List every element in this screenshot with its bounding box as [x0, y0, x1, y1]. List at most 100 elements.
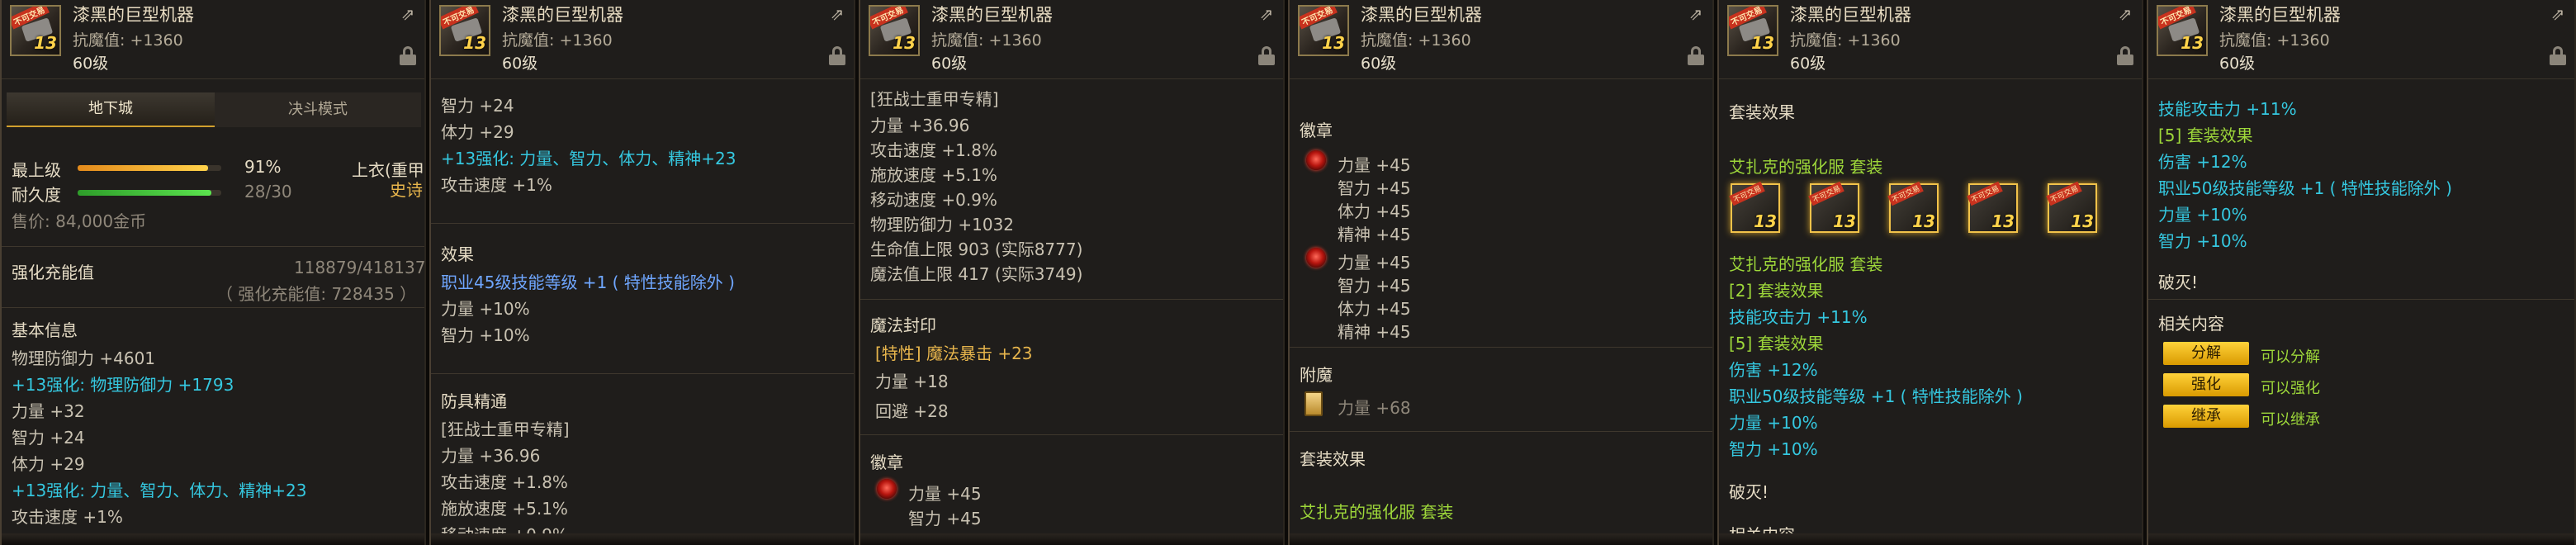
stat-enh-phys: +13强化: 物理防御力 +1793 [12, 375, 234, 395]
item-name: 漆黑的巨型机器 [931, 5, 1053, 25]
emblem-int: 智力 +45 [908, 509, 982, 528]
share-link-icon[interactable]: ⇗ [398, 5, 418, 23]
enhance-level: 13 [1751, 33, 1774, 53]
stat-int: 智力 +24 [441, 96, 514, 116]
emblem-str: 力量 +45 [908, 484, 982, 504]
durability-value: 28/30 [244, 182, 292, 201]
disassemble-button[interactable]: 分解 [2163, 342, 2249, 365]
red-emblem-icon[interactable] [1306, 248, 1326, 268]
item-name: 漆黑的巨型机器 [2219, 5, 2341, 25]
effect-str: 力量 +10% [441, 299, 530, 319]
divider [1290, 347, 1712, 348]
tooltip-panel-5: 不可交易 13 漆黑的巨型机器 抗魔值: +1360 60级 ⇗ 套装效果 艾扎克… [1717, 0, 2143, 545]
share-link-icon[interactable]: ⇗ [1257, 5, 1276, 23]
item-name: 漆黑的巨型机器 [502, 5, 623, 25]
divider [2, 307, 424, 308]
mastery-cast: 施放速度 +5.1% [441, 499, 568, 519]
set5-int: 智力 +10% [2158, 231, 2247, 251]
item-thumbnail[interactable]: 不可交易 13 [10, 5, 61, 56]
can-enhance: 可以强化 [2261, 380, 2320, 397]
set5-int: 智力 +10% [1729, 439, 1818, 459]
flavor-quote: 破灭! [2158, 272, 2199, 292]
tooltip-panel-4: 不可交易 13 漆黑的巨型机器 抗魔值: +1360 60级 ⇗ 徽章 力量 +4… [1288, 0, 1714, 545]
set5-skill: 职业50级技能等级 +1 ( 特性技能除外 ) [2158, 178, 2452, 198]
item-thumbnail[interactable]: 不可交易 13 [2157, 5, 2208, 56]
enchant-card-icon[interactable] [1305, 391, 1323, 416]
mastery-atk: 攻击速度 +1.8% [870, 140, 997, 160]
divider [1290, 431, 1712, 432]
set-piece-icon[interactable]: 不可交易 13 [1729, 181, 1780, 233]
share-link-icon[interactable]: ⇗ [1686, 5, 1706, 23]
tooltip-panel-1: 不可交易 13 漆黑的巨型机器 抗魔值: +1360 60级 ⇗ 地下城 决斗模式… [0, 0, 426, 545]
grade-label: 最上级 [12, 160, 61, 180]
tab-dungeon[interactable]: 地下城 [7, 92, 215, 127]
item-level: 60级 [931, 54, 968, 73]
mastery-str: 力量 +36.96 [441, 446, 541, 466]
emblem-title: 徽章 [1300, 121, 1333, 140]
mastery-cast: 施放速度 +5.1% [870, 165, 997, 185]
item-level: 60级 [73, 54, 109, 73]
lock-icon[interactable] [400, 46, 416, 66]
untradable-badge: 不可交易 [2046, 181, 2082, 206]
durability-bar-track [78, 190, 221, 196]
set5-str: 力量 +10% [1729, 413, 1818, 433]
red-emblem-icon[interactable] [1306, 150, 1326, 170]
enhance-level: 13 [34, 33, 57, 53]
seal-evasion: 回避 +28 [875, 401, 949, 421]
untradable-badge: 不可交易 [1967, 181, 2003, 206]
item-resist: 抗魔值: +1360 [2219, 31, 2330, 50]
share-link-icon[interactable]: ⇗ [2548, 5, 2568, 23]
emblem1-int: 智力 +45 [1338, 178, 1411, 198]
untradable-badge: 不可交易 [1808, 181, 1844, 206]
tab-duel[interactable]: 决斗模式 [215, 92, 421, 127]
sell-price: 售价: 84,000金币 [12, 211, 147, 231]
lock-icon[interactable] [829, 46, 845, 66]
inherit-button[interactable]: 继承 [2163, 405, 2249, 428]
lock-icon[interactable] [1258, 46, 1275, 66]
divider [2148, 299, 2574, 300]
red-emblem-icon[interactable] [877, 479, 897, 499]
enhance-level: 13 [1833, 211, 1856, 231]
enchant-str: 力量 +68 [1338, 398, 1411, 418]
enhance-level: 13 [2181, 33, 2204, 53]
enhance-button[interactable]: 强化 [2163, 373, 2249, 396]
set-piece-icon[interactable]: 不可交易 13 [1808, 181, 1859, 233]
rarity-label: 史诗 [390, 180, 423, 200]
set-piece-icon[interactable]: 不可交易 13 [1967, 181, 2018, 233]
item-thumbnail[interactable]: 不可交易 13 [869, 5, 920, 56]
mastery-pdef: 物理防御力 +1032 [870, 215, 1015, 235]
enhance-level: 13 [893, 33, 916, 53]
set-effect-title: 套装效果 [1300, 449, 1366, 469]
share-link-icon[interactable]: ⇗ [2115, 5, 2135, 23]
set5-damage: 伤害 +12% [2158, 152, 2247, 172]
set5-skill: 职业50级技能等级 +1 ( 特性技能除外 ) [1729, 386, 2023, 406]
mastery-hp: 生命值上限 903 (实际8777) [870, 239, 1083, 259]
item-header: 不可交易 13 漆黑的巨型机器 抗魔值: +1360 60级 ⇗ [1290, 0, 1712, 79]
mastery-mp: 魔法值上限 417 (实际3749) [870, 264, 1083, 284]
item-thumbnail[interactable]: 不可交易 13 [1727, 5, 1778, 56]
lock-icon[interactable] [2550, 46, 2566, 66]
bottom-strip [2, 533, 424, 545]
set5-str: 力量 +10% [2158, 205, 2247, 225]
item-thumbnail[interactable]: 不可交易 13 [439, 5, 490, 56]
set5-damage: 伤害 +12% [1729, 360, 1818, 380]
lock-icon[interactable] [2117, 46, 2133, 66]
set-piece-icon[interactable]: 不可交易 13 [2046, 181, 2097, 233]
mastery-move: 移动速度 +0.9% [870, 190, 997, 210]
mastery-type: [狂战士重甲专精] [870, 89, 999, 109]
mastery-move: 移动速度 +0.9% [441, 522, 568, 533]
item-header: 不可交易 13 漆黑的巨型机器 抗魔值: +1360 60级 ⇗ [860, 0, 1283, 79]
set-piece-icon[interactable]: 不可交易 13 [1887, 181, 1939, 233]
tooltip-panel-3: 不可交易 13 漆黑的巨型机器 抗魔值: +1360 60级 ⇗ [狂战士重甲专精… [859, 0, 1285, 545]
mastery-atk: 攻击速度 +1.8% [441, 472, 568, 492]
lock-icon[interactable] [1688, 46, 1704, 66]
effect-title: 效果 [441, 244, 474, 264]
set2-title: [2] 套装效果 [1729, 281, 1824, 301]
basic-info-title: 基本信息 [12, 320, 78, 340]
emblem2-int: 智力 +45 [1338, 276, 1411, 296]
item-thumbnail[interactable]: 不可交易 13 [1298, 5, 1349, 56]
enhance-level: 13 [1912, 211, 1935, 231]
enhance-level: 13 [1991, 211, 2015, 231]
grade-bar-fill [78, 165, 209, 171]
share-link-icon[interactable]: ⇗ [827, 5, 847, 23]
